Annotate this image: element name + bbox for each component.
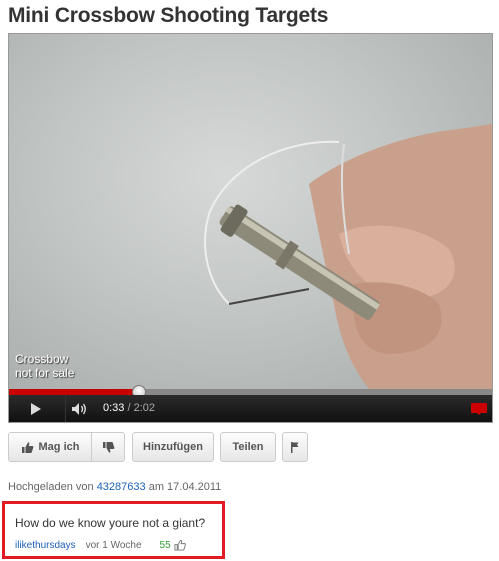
- comment-like-button[interactable]: [174, 539, 186, 551]
- flag-icon: [291, 441, 299, 453]
- play-button[interactable]: [23, 395, 49, 422]
- upload-date: am 17.04.2011: [145, 481, 222, 493]
- highlighted-comment: How do we know youre not a giant? iliket…: [2, 501, 225, 559]
- time-display: 0:33 / 2:02: [103, 402, 155, 414]
- fullscreen-button[interactable]: [471, 395, 487, 422]
- play-icon: [31, 402, 41, 415]
- comment-author-link[interactable]: ilikethursdays: [15, 540, 76, 551]
- time-separator: /: [124, 402, 134, 414]
- volume-button[interactable]: [65, 395, 93, 422]
- fullscreen-icon: [471, 402, 487, 415]
- thumbs-down-icon: [102, 441, 114, 453]
- share-button[interactable]: Teilen: [220, 432, 276, 462]
- video-frame[interactable]: Crossbow not for sale: [9, 34, 492, 389]
- annotation-line1: Crossbow: [15, 352, 69, 366]
- video-player[interactable]: Crossbow not for sale 0:33 / 2:02: [8, 33, 493, 423]
- comment-text: How do we know youre not a giant?: [15, 516, 206, 530]
- flag-button[interactable]: [282, 432, 308, 462]
- total-time: 2:02: [133, 402, 156, 414]
- thumbs-up-icon: [174, 539, 186, 551]
- dislike-button[interactable]: [91, 432, 125, 462]
- comment-meta: ilikethursdays vor 1 Woche 55: [15, 539, 186, 551]
- thumbs-up-icon: [21, 441, 33, 453]
- add-to-button[interactable]: Hinzufügen: [132, 432, 214, 462]
- annotation-line2: not for sale: [15, 366, 75, 380]
- like-button[interactable]: Mag ich: [8, 432, 92, 462]
- comment-time: vor 1 Woche: [85, 539, 142, 551]
- like-label: Mag ich: [38, 441, 80, 453]
- uploader-link[interactable]: 43287633: [97, 481, 146, 493]
- volume-icon: [71, 402, 86, 415]
- current-time: 0:33: [103, 402, 125, 414]
- comment-score: 55: [159, 539, 171, 551]
- upload-info: Hochgeladen von 43287633 am 17.04.2011: [8, 481, 221, 493]
- video-scene: [204, 124, 492, 389]
- control-bar: 0:33 / 2:02: [9, 395, 492, 422]
- video-annotation: Crossbow not for sale: [15, 352, 74, 380]
- video-title: Mini Crossbow Shooting Targets: [8, 4, 329, 27]
- upload-prefix: Hochgeladen von: [8, 481, 97, 493]
